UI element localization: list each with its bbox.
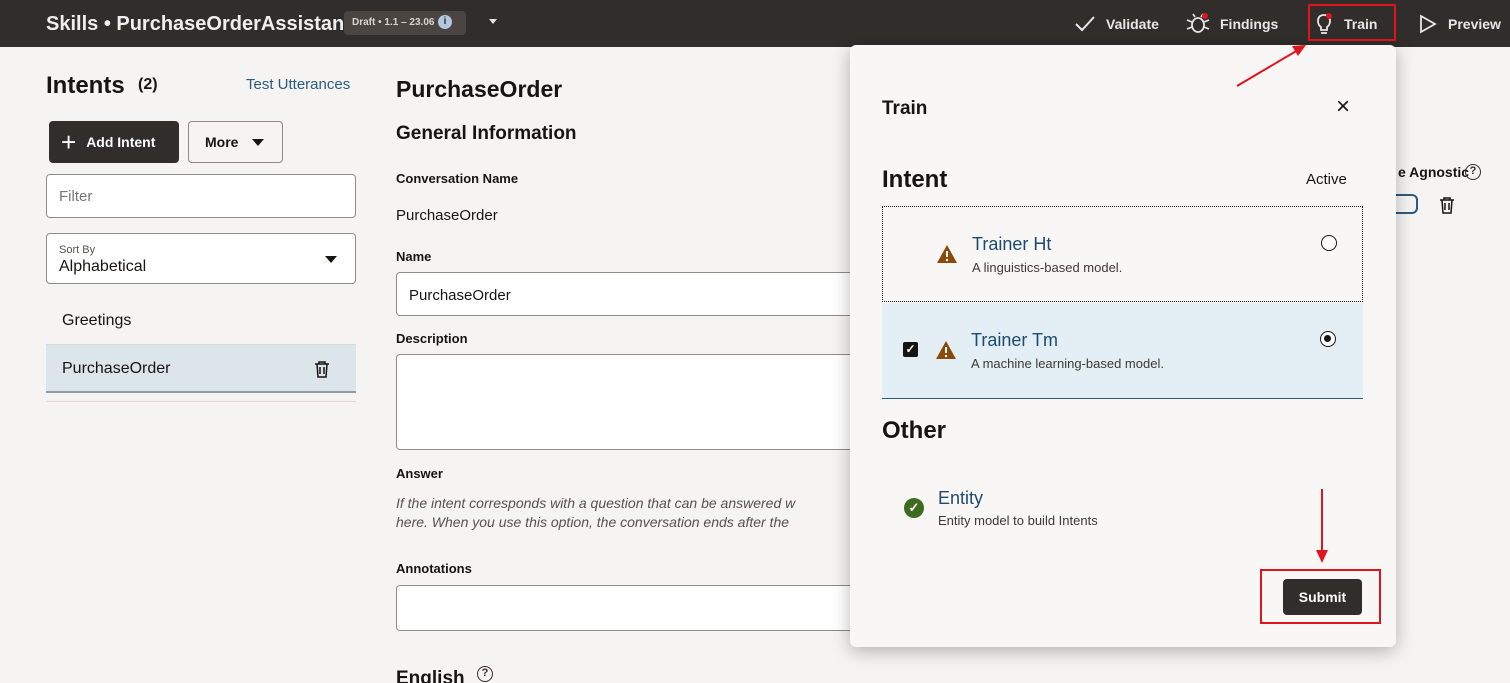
chevron-down-icon: [325, 256, 337, 263]
answer-help-line: If the intent corresponds with a questio…: [396, 495, 796, 511]
submit-annotation-box: [1260, 569, 1381, 624]
more-button[interactable]: More: [188, 121, 283, 163]
name-label: Name: [396, 249, 432, 264]
annotations-field[interactable]: [396, 585, 916, 631]
divider: [46, 401, 356, 402]
sort-by-select[interactable]: Sort By Alphabetical: [46, 233, 356, 284]
name-field[interactable]: PurchaseOrder: [396, 272, 916, 316]
train-annotation-box: [1308, 4, 1396, 41]
description-field[interactable]: [396, 354, 916, 450]
check-circle-icon: ✓: [904, 498, 924, 518]
intent-label: PurchaseOrder: [62, 360, 171, 377]
app-title: Skills • PurchaseOrderAssistant: [46, 13, 351, 35]
agnostic-toggle[interactable]: [1394, 194, 1418, 214]
conversation-name-value: PurchaseOrder: [396, 207, 498, 224]
intents-count: (2): [138, 76, 158, 93]
other-heading: Other: [882, 417, 947, 444]
trainer-name[interactable]: Trainer Ht: [972, 234, 1051, 255]
chevron-down-icon: [252, 138, 265, 146]
findings-button[interactable]: Findings: [1186, 12, 1278, 36]
add-intent-label: Add Intent: [86, 134, 156, 150]
help-icon[interactable]: ?: [477, 666, 493, 682]
more-label: More: [205, 134, 239, 150]
close-icon[interactable]: ×: [1336, 95, 1350, 119]
intent-heading: Intent: [882, 166, 948, 193]
trash-icon[interactable]: [314, 360, 330, 378]
intent-list-item[interactable]: Greetings: [46, 297, 356, 345]
warning-icon: [936, 341, 956, 359]
annotations-label: Annotations: [396, 561, 472, 576]
check-icon: [1075, 16, 1095, 32]
entity-name[interactable]: Entity: [938, 488, 983, 509]
intent-label: Greetings: [62, 312, 132, 329]
intents-title: Intents: [46, 72, 125, 99]
sort-by-value: Alphabetical: [59, 258, 147, 275]
english-label: English: [396, 668, 465, 683]
test-utterances-link[interactable]: Test Utterances: [246, 76, 350, 93]
description-label: Description: [396, 331, 468, 346]
trainer-option[interactable]: Trainer Ht A linguistics-based model.: [882, 206, 1363, 302]
entity-description: Entity model to build Intents: [938, 513, 1098, 528]
findings-label: Findings: [1220, 16, 1279, 32]
active-radio[interactable]: [1320, 331, 1336, 347]
answer-help-line: here. When you use this option, the conv…: [396, 514, 790, 530]
conversation-name-label: Conversation Name: [396, 171, 519, 186]
intent-title: PurchaseOrder: [396, 76, 563, 102]
intent-list-item-selected[interactable]: PurchaseOrder: [46, 345, 356, 393]
entity-option[interactable]: ✓ Entity Entity model to build Intents: [882, 475, 1363, 535]
warning-icon: [937, 245, 957, 263]
help-icon[interactable]: ?: [1465, 164, 1481, 180]
top-bar: Skills • PurchaseOrderAssistant Draft • …: [0, 0, 1510, 47]
agnostic-label: e Agnostic: [1398, 164, 1470, 180]
play-icon: [1420, 14, 1437, 34]
bug-icon: [1186, 13, 1210, 33]
plus-icon: +: [61, 127, 77, 157]
answer-help-text: If the intent corresponds with a questio…: [396, 494, 856, 532]
trainer-name[interactable]: Trainer Tm: [971, 330, 1058, 351]
preview-label: Preview: [1448, 16, 1501, 32]
trainer-description: A linguistics-based model.: [972, 260, 1123, 275]
trainer-checkbox[interactable]: ✓: [903, 342, 918, 357]
add-intent-button[interactable]: + Add Intent: [49, 121, 179, 163]
sort-by-label: Sort By: [59, 244, 96, 256]
validate-label: Validate: [1106, 16, 1159, 32]
trainer-option-selected[interactable]: ✓ Trainer Tm A machine learning-based mo…: [882, 303, 1363, 399]
trash-icon[interactable]: [1439, 196, 1455, 214]
train-dialog: Train × Intent Active Trainer Ht A lingu…: [850, 45, 1396, 647]
active-radio[interactable]: [1321, 235, 1337, 251]
section-heading: General Information: [396, 123, 577, 144]
dialog-title: Train: [882, 98, 928, 119]
answer-label: Answer: [396, 466, 443, 481]
info-icon[interactable]: i: [438, 15, 452, 29]
active-label: Active: [1306, 171, 1347, 188]
validate-button[interactable]: Validate: [1074, 12, 1159, 36]
preview-button[interactable]: Preview: [1418, 12, 1501, 36]
trainer-description: A machine learning-based model.: [971, 356, 1164, 371]
chevron-down-icon[interactable]: [489, 19, 497, 24]
filter-input[interactable]: [46, 174, 356, 218]
